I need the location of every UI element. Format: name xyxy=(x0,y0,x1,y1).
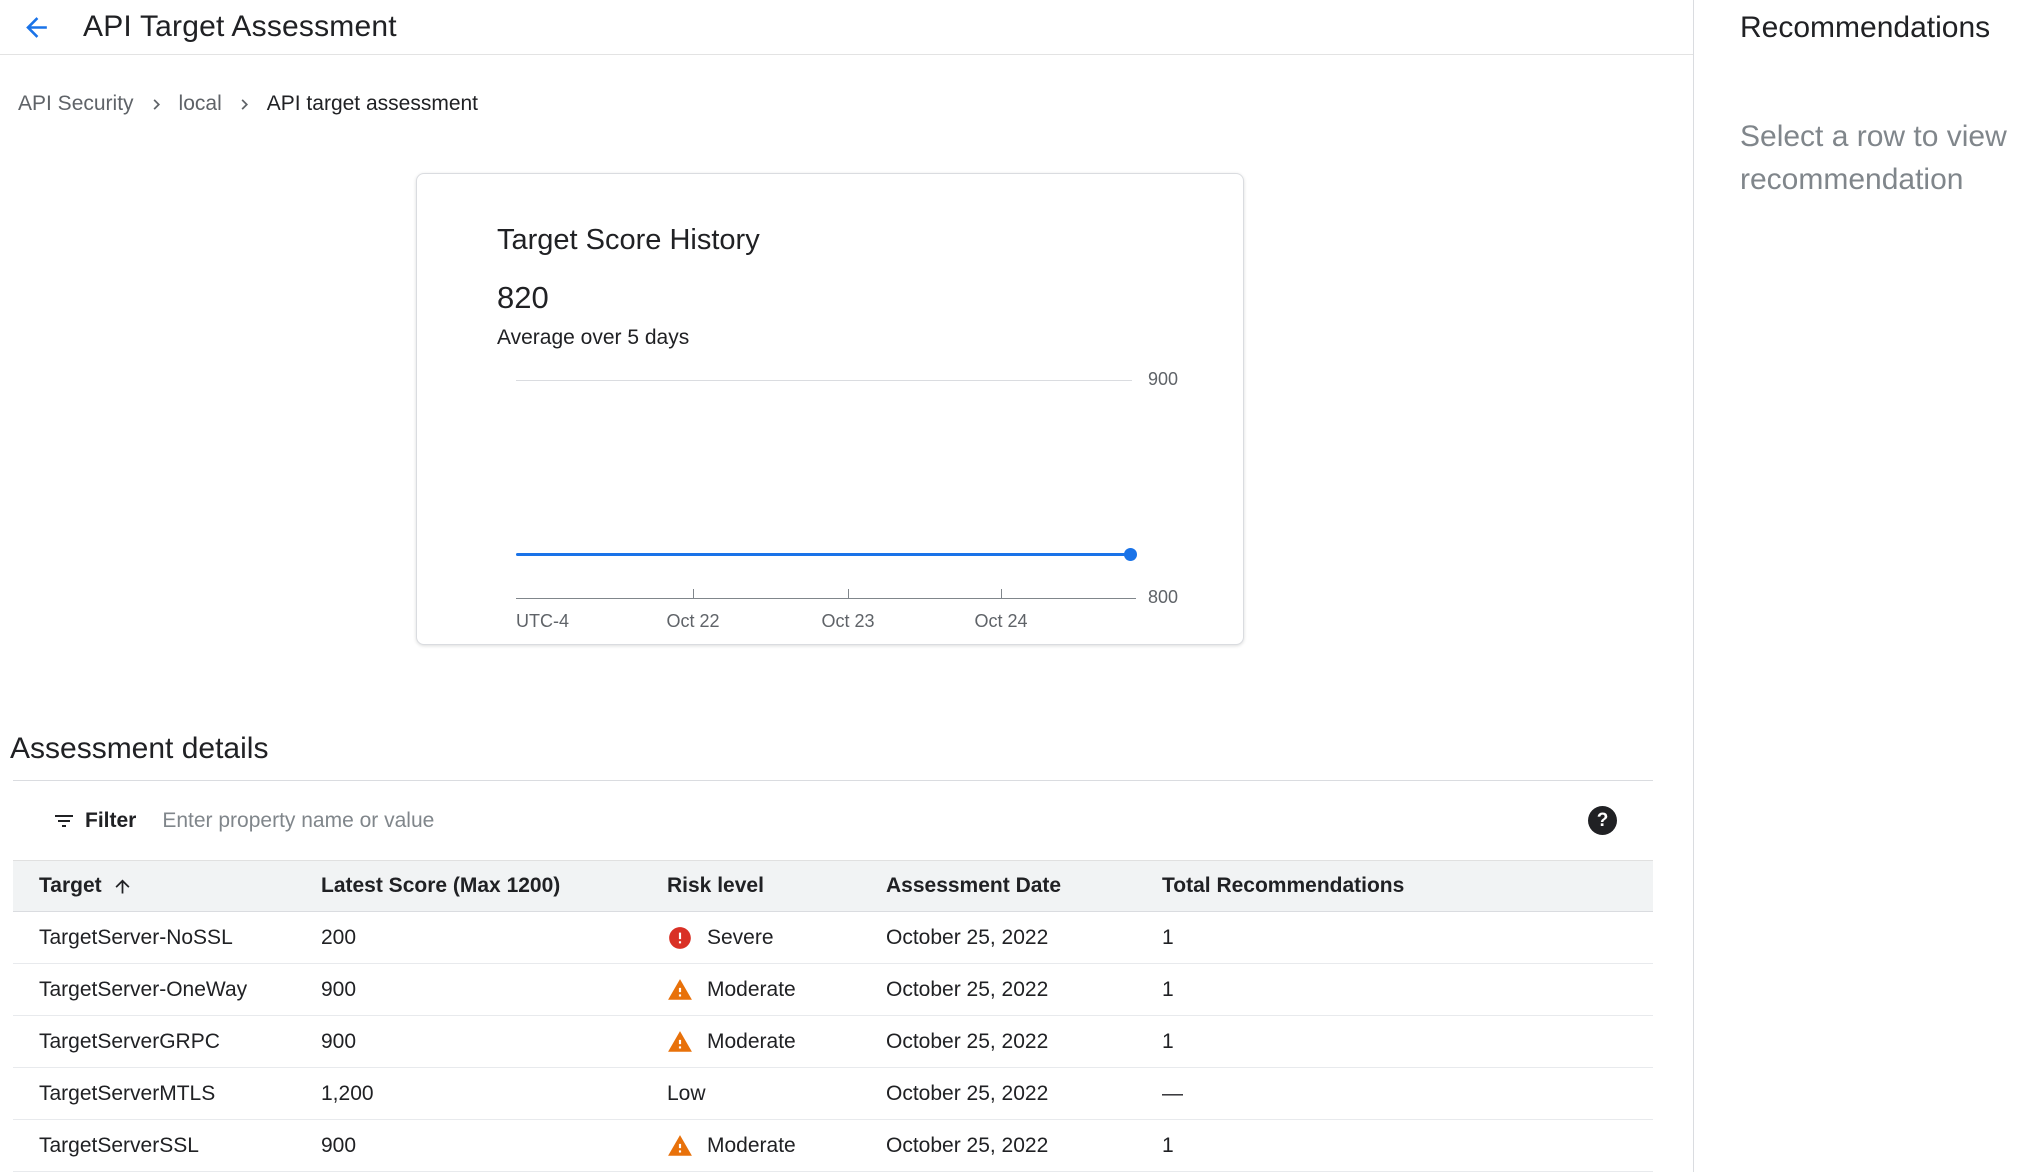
risk-cell: Moderate xyxy=(667,1029,886,1055)
recommendations-cell: 1 xyxy=(1162,978,1653,1002)
column-header-risk[interactable]: Risk level xyxy=(667,874,886,898)
moderate-warning-icon xyxy=(667,977,693,1003)
column-header-score[interactable]: Latest Score (Max 1200) xyxy=(321,874,667,898)
date-cell: October 25, 2022 xyxy=(886,1134,1162,1158)
filter-bar: Filter ? xyxy=(13,780,1653,861)
risk-cell: Low xyxy=(667,1082,886,1106)
x-tick-label-oct22: Oct 22 xyxy=(666,611,719,632)
target-score-history-card: Target Score History 820 Average over 5 … xyxy=(416,173,1244,645)
gridline-900 xyxy=(516,380,1132,381)
main-column: API Target Assessment API Security local… xyxy=(0,0,1694,1172)
x-tick-label-utc: UTC-4 xyxy=(516,611,569,632)
recommendations-cell: 1 xyxy=(1162,1030,1653,1054)
risk-label: Moderate xyxy=(707,1030,796,1054)
recommendations-panel-header: Recommendations xyxy=(1740,0,2036,55)
table-row[interactable]: TargetServerSSL 900 Moderate October 25,… xyxy=(13,1120,1653,1172)
page-header: API Target Assessment xyxy=(0,0,1693,55)
score-cell: 1,200 xyxy=(321,1082,667,1106)
recommendations-cell: — xyxy=(1162,1082,1653,1106)
column-header-date[interactable]: Assessment Date xyxy=(886,874,1162,898)
column-label: Target xyxy=(39,874,102,898)
date-cell: October 25, 2022 xyxy=(886,926,1162,950)
target-cell: TargetServerMTLS xyxy=(39,1082,321,1106)
arrow-up-sort-icon xyxy=(112,876,133,897)
score-endpoint-dot xyxy=(1124,548,1137,561)
chart-title: Target Score History xyxy=(497,224,760,257)
date-cell: October 25, 2022 xyxy=(886,1030,1162,1054)
chart-headline-value: 820 xyxy=(497,280,549,316)
help-icon[interactable]: ? xyxy=(1588,806,1617,835)
target-cell: TargetServerGRPC xyxy=(39,1030,321,1054)
arrow-left-icon xyxy=(21,12,52,43)
table-header-row: Target Latest Score (Max 1200) Risk leve… xyxy=(13,861,1653,912)
table-row[interactable]: TargetServer-NoSSL 200 Severe October 25… xyxy=(13,912,1653,964)
table-row[interactable]: TargetServer-OneWay 900 Moderate October… xyxy=(13,964,1653,1016)
recommendations-cell: 1 xyxy=(1162,926,1653,950)
x-tick-label-oct23: Oct 23 xyxy=(821,611,874,632)
recommendations-cell: 1 xyxy=(1162,1134,1653,1158)
x-axis-tick xyxy=(1001,589,1002,599)
filter-icon xyxy=(52,809,76,833)
risk-label: Moderate xyxy=(707,978,796,1002)
recommendations-panel: Recommendations Select a row to view rec… xyxy=(1694,0,2036,1172)
risk-label: Low xyxy=(667,1082,706,1106)
target-cell: TargetServer-OneWay xyxy=(39,978,321,1002)
recommendations-empty-message: Select a row to view recommendation xyxy=(1740,115,2036,201)
score-line-series xyxy=(516,553,1132,556)
chevron-right-icon xyxy=(146,94,167,115)
x-tick-label-oct24: Oct 24 xyxy=(974,611,1027,632)
chevron-right-icon xyxy=(234,94,255,115)
y-tick-label-800: 800 xyxy=(1148,587,1178,608)
recommendations-title: Recommendations xyxy=(1740,11,1990,45)
app-root: API Target Assessment API Security local… xyxy=(0,0,2036,1172)
assessment-details-heading: Assessment details xyxy=(10,732,268,766)
moderate-warning-icon xyxy=(667,1029,693,1055)
risk-label: Severe xyxy=(707,926,774,950)
risk-label: Moderate xyxy=(707,1134,796,1158)
back-button[interactable] xyxy=(18,9,54,45)
x-axis-tick xyxy=(693,589,694,599)
score-cell: 900 xyxy=(321,1030,667,1054)
chart-headline-label: Average over 5 days xyxy=(497,326,689,350)
risk-cell: Moderate xyxy=(667,977,886,1003)
severe-error-icon xyxy=(667,925,693,951)
score-cell: 200 xyxy=(321,926,667,950)
breadcrumb-local[interactable]: local xyxy=(179,92,222,116)
table-body: TargetServer-NoSSL 200 Severe October 25… xyxy=(13,912,1653,1172)
breadcrumb-api-security[interactable]: API Security xyxy=(18,92,134,116)
table-row[interactable]: TargetServerMTLS 1,200 Low October 25, 2… xyxy=(13,1068,1653,1120)
moderate-warning-icon xyxy=(667,1133,693,1159)
y-tick-label-900: 900 xyxy=(1148,369,1178,390)
score-cell: 900 xyxy=(321,1134,667,1158)
page-title: API Target Assessment xyxy=(83,10,397,44)
date-cell: October 25, 2022 xyxy=(886,978,1162,1002)
breadcrumb-current: API target assessment xyxy=(267,92,478,116)
risk-cell: Severe xyxy=(667,925,886,951)
table-row[interactable]: TargetServerGRPC 900 Moderate October 25… xyxy=(13,1016,1653,1068)
breadcrumb: API Security local API target assessment xyxy=(18,92,478,116)
filter-label: Filter xyxy=(85,809,136,833)
filter-input[interactable] xyxy=(162,809,1588,833)
x-axis-tick xyxy=(848,589,849,599)
date-cell: October 25, 2022 xyxy=(886,1082,1162,1106)
target-cell: TargetServer-NoSSL xyxy=(39,926,321,950)
score-cell: 900 xyxy=(321,978,667,1002)
risk-cell: Moderate xyxy=(667,1133,886,1159)
assessment-details-table: Filter ? Target Latest Score (Max 1200) … xyxy=(13,780,1653,1172)
target-cell: TargetServerSSL xyxy=(39,1134,321,1158)
column-header-target[interactable]: Target xyxy=(39,874,321,898)
column-header-recommendations[interactable]: Total Recommendations xyxy=(1162,874,1653,898)
x-axis-line xyxy=(516,598,1136,599)
